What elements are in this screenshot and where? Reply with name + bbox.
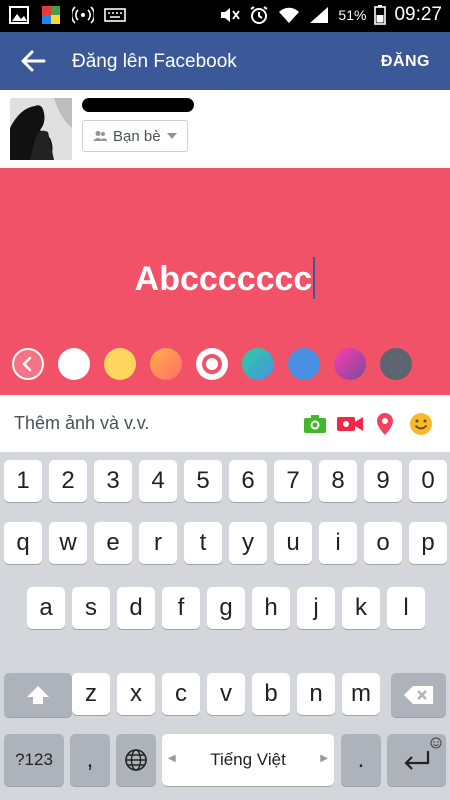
add-media-label: Thêm ảnh và v.v. [14,413,150,433]
key-4[interactable]: 4 [139,460,177,502]
chevron-left-icon [22,356,32,372]
key-0[interactable]: 0 [409,460,447,502]
swatch-orange-gradient[interactable] [150,348,182,380]
backspace-key[interactable] [391,673,446,717]
gallery-icon [9,6,29,24]
key-n[interactable]: n [297,673,335,715]
key-3[interactable]: 3 [94,460,132,502]
swatch-dark-gray[interactable] [380,348,412,380]
key-1[interactable]: 1 [4,460,42,502]
status-bar: 51% 09:27 [0,0,450,32]
period-key[interactable]: . [341,734,381,786]
key-p[interactable]: p [409,522,447,564]
key-d[interactable]: d [117,587,155,629]
hotspot-icon [72,6,94,24]
space-right-arrow-icon: ▶ [320,753,328,764]
key-i[interactable]: i [319,522,357,564]
background-swatches [12,348,438,382]
enter-key[interactable] [387,734,446,786]
battery-icon [374,5,387,25]
page-title: Đăng lên Facebook [72,51,237,72]
key-7[interactable]: 7 [274,460,312,502]
post-header: Bạn bè [0,90,450,168]
enter-icon [403,751,429,770]
composer[interactable]: Abccccccc [0,168,450,395]
key-u[interactable]: u [274,522,312,564]
mute-icon [221,8,241,22]
key-g[interactable]: g [207,587,245,629]
symbols-mode-key[interactable]: ?123 [4,734,64,786]
alarm-icon [250,6,268,24]
key-q[interactable]: q [4,522,42,564]
key-r[interactable]: r [139,522,177,564]
photos-app-icon [42,6,60,24]
space-key[interactable]: ◀ Tiếng Việt ▶ [162,734,334,786]
live-video-icon[interactable] [336,411,364,437]
key-a[interactable]: a [27,587,65,629]
friends-icon [93,131,107,141]
avatar [10,98,72,160]
audience-selector[interactable]: Bạn bè [82,120,188,152]
backspace-icon [403,686,433,704]
wifi-icon [279,7,300,23]
key-5[interactable]: 5 [184,460,222,502]
emoji-hint-icon [430,737,442,749]
key-v[interactable]: v [207,673,245,715]
back-arrow-icon[interactable] [18,46,48,76]
swatch-white[interactable] [58,348,90,380]
location-pin-icon[interactable] [372,411,398,437]
key-m[interactable]: m [342,673,380,715]
key-c[interactable]: c [162,673,200,715]
post-button[interactable]: ĐĂNG [381,53,430,71]
key-6[interactable]: 6 [229,460,267,502]
chevron-down-icon [166,133,177,139]
collapse-swatches-button[interactable] [12,348,44,380]
space-left-arrow-icon: ◀ [168,753,176,764]
keyboard-icon [104,8,126,22]
swatch-yellow[interactable] [104,348,136,380]
key-b[interactable]: b [252,673,290,715]
key-w[interactable]: w [49,522,87,564]
key-f[interactable]: f [162,587,200,629]
key-z[interactable]: z [72,673,110,715]
avatar-image [10,98,72,160]
text-caret [313,257,316,300]
app-bar: Đăng lên Facebook ĐĂNG [0,32,450,90]
key-s[interactable]: s [72,587,110,629]
key-e[interactable]: e [94,522,132,564]
clock: 09:27 [394,4,442,25]
swatch-purple-gradient[interactable] [334,348,366,380]
post-text: Abccccccc [134,260,313,298]
post-text-input[interactable]: Abccccccc [0,257,450,302]
shift-key[interactable] [4,673,72,717]
camera-icon[interactable] [302,411,328,437]
language-key[interactable] [116,734,156,786]
swatch-selected[interactable] [196,348,228,380]
key-y[interactable]: y [229,522,267,564]
battery-percent: 51% [338,7,367,23]
key-j[interactable]: j [297,587,335,629]
key-x[interactable]: x [117,673,155,715]
key-k[interactable]: k [342,587,380,629]
key-h[interactable]: h [252,587,290,629]
key-8[interactable]: 8 [319,460,357,502]
emoji-icon[interactable] [408,411,434,437]
space-key-label: Tiếng Việt [210,750,286,769]
key-o[interactable]: o [364,522,402,564]
add-media-bar[interactable]: Thêm ảnh và v.v. [0,395,450,452]
signal-icon [310,7,329,23]
user-name-redacted [82,98,194,112]
key-t[interactable]: t [184,522,222,564]
swatch-teal-gradient[interactable] [242,348,274,380]
globe-icon [125,749,147,771]
key-2[interactable]: 2 [49,460,87,502]
comma-key[interactable]: , [70,734,110,786]
key-l[interactable]: l [387,587,425,629]
swatch-blue[interactable] [288,348,320,380]
keyboard: 1234567890 qwertyuiop asdfghjkl zxcvbnm … [0,452,450,800]
shift-arrow-icon [27,686,49,704]
audience-label: Bạn bè [113,127,161,145]
key-9[interactable]: 9 [364,460,402,502]
